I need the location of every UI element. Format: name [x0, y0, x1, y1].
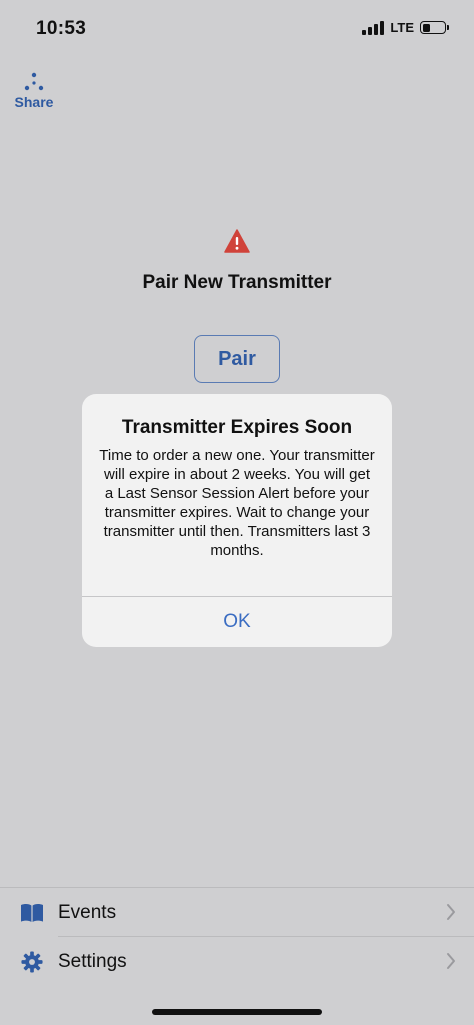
gear-icon: [21, 951, 43, 973]
app-screen: 10:53 LTE Share Pair New Transmitter Pai…: [0, 0, 474, 1025]
chevron-right-icon: [447, 904, 455, 920]
share-dots-icon: [24, 72, 44, 91]
menu-divider: [0, 887, 474, 888]
alert-title: Transmitter Expires Soon: [121, 417, 353, 438]
status-bar: 10:53 LTE: [0, 0, 474, 56]
battery-icon: [420, 21, 449, 34]
book-icon: [21, 904, 43, 922]
share-label: Share: [14, 94, 54, 110]
status-time: 10:53: [36, 18, 87, 39]
share-button[interactable]: Share: [10, 72, 58, 110]
menu-item-label: Events: [58, 902, 117, 923]
home-indicator[interactable]: [152, 1009, 322, 1015]
alert-message: Time to order a new one. Your transmitte…: [99, 447, 375, 559]
menu-item-settings[interactable]: Settings: [0, 938, 474, 986]
pair-button[interactable]: Pair: [194, 335, 280, 383]
page-title: Pair New Transmitter: [142, 272, 332, 293]
status-indicators: LTE: [362, 20, 449, 35]
menu-item-label: Settings: [58, 951, 127, 972]
warning-triangle-icon: [224, 229, 250, 253]
alert-dialog: Transmitter Expires Soon Time to order a…: [82, 394, 392, 647]
network-type: LTE: [390, 20, 414, 35]
menu-item-events[interactable]: Events: [0, 889, 474, 937]
signal-icon: [362, 20, 385, 35]
chevron-right-icon: [447, 953, 455, 969]
menu-divider: [58, 936, 474, 937]
bottom-menu: Events Settings: [0, 887, 474, 1025]
ok-button[interactable]: OK: [82, 597, 392, 647]
